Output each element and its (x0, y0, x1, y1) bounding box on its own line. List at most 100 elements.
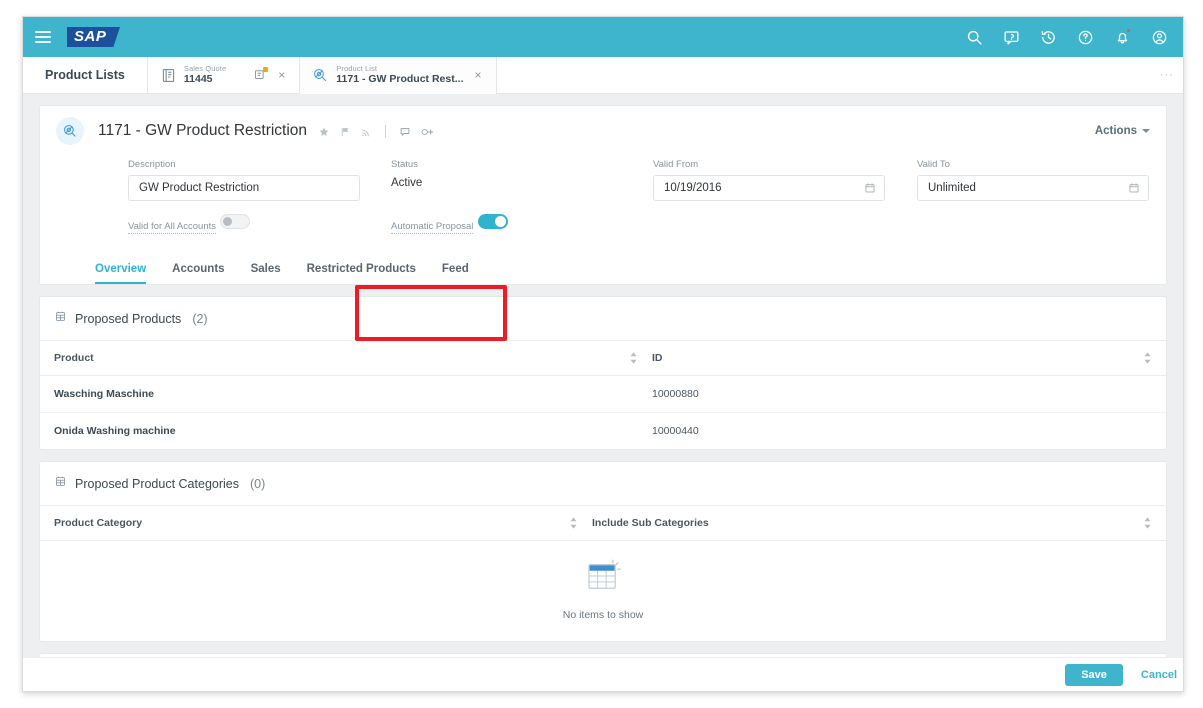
proposed-product-categories-table: Product Category Include Sub Categories (40, 506, 1166, 541)
valid-for-all-accounts-label[interactable]: Valid for All Accounts (128, 221, 217, 234)
valid-from-input[interactable]: 10/19/2016 (653, 175, 885, 201)
footer-action-bar: Save Cancel (23, 657, 1183, 691)
column-id-label: ID (652, 352, 663, 364)
calendar-icon[interactable] (864, 182, 876, 194)
column-id[interactable]: ID (652, 341, 1166, 376)
tab-sales-quote[interactable]: Sales Quote 11445 × (148, 57, 301, 93)
status-value: Active (391, 177, 423, 189)
form-spacer-b (917, 214, 1150, 239)
table-row[interactable]: Wasching Maschine 10000880 (40, 375, 1166, 413)
sales-quote-icon (160, 67, 177, 84)
toggle-knob (223, 217, 233, 226)
object-avatar-icon (56, 117, 84, 145)
valid-to-label: Valid To (917, 159, 950, 170)
column-product[interactable]: Product (40, 341, 652, 376)
table-row[interactable]: Onida Washing machine 10000440 (40, 413, 1166, 450)
chat-icon[interactable] (1001, 27, 1021, 47)
title-divider (385, 124, 387, 138)
tab-sales-quote-close-icon[interactable]: × (274, 69, 289, 81)
empty-state-text: No items to show (562, 609, 644, 621)
column-include-sub-categories[interactable]: Include Sub Categories (592, 506, 1166, 541)
actions-button[interactable]: Actions (1095, 125, 1150, 137)
proposed-product-categories-header: Proposed Product Categories (0) (40, 462, 1166, 506)
description-label: Description (128, 159, 176, 170)
help-icon[interactable] (1075, 27, 1095, 47)
page-body: 1171 - GW Product Restriction Actions De… (23, 94, 1183, 691)
object-title: 1171 - GW Product Restriction (98, 122, 308, 139)
hamburger-menu-icon[interactable] (35, 31, 51, 43)
proposed-products-card: Proposed Products (2) Product ID Waschin… (39, 296, 1167, 450)
cell-id: 10000880 (652, 375, 1166, 413)
tab-product-list-close-icon[interactable]: × (470, 69, 485, 81)
description-input[interactable]: GW Product Restriction (128, 175, 360, 201)
table-section-icon (54, 475, 67, 493)
column-product-category[interactable]: Product Category (40, 506, 592, 541)
table-header-row: Product ID (40, 341, 1166, 376)
proposed-products-table: Product ID Wasching Maschine 10000880 On… (40, 341, 1166, 449)
tab-feed[interactable]: Feed (442, 263, 469, 284)
field-valid-from: Valid From 10/19/2016 (653, 159, 917, 201)
cell-product: Wasching Maschine (40, 375, 652, 413)
tab-draft-badge (263, 67, 269, 72)
automatic-proposal-label[interactable]: Automatic Proposal (391, 221, 474, 234)
table-section-icon (54, 310, 67, 328)
object-header-card: 1171 - GW Product Restriction Actions De… (39, 105, 1167, 285)
form-spacer-a (653, 214, 917, 239)
sort-icon[interactable] (629, 352, 638, 364)
object-header: 1171 - GW Product Restriction Actions De… (40, 106, 1166, 249)
valid-to-value: Unlimited (928, 182, 976, 194)
valid-from-label: Valid From (653, 159, 699, 170)
tab-bar: Product Lists Sales Quote 11445 × Produc… (23, 57, 1183, 94)
cancel-button[interactable]: Cancel (1139, 664, 1179, 686)
screen-root: SAP Product Lists Sales Quote 11445 × Pr… (0, 0, 1203, 708)
sort-icon[interactable] (1143, 517, 1152, 529)
chevron-down-icon (1142, 129, 1150, 133)
shell-icon-group (964, 27, 1169, 47)
field-automatic-proposal: Automatic Proposal (391, 214, 653, 239)
notifications-icon[interactable] (1112, 27, 1132, 47)
user-profile-icon[interactable] (1149, 27, 1169, 47)
search-icon[interactable] (964, 27, 984, 47)
feed-icon[interactable] (360, 125, 372, 137)
note-icon[interactable] (399, 125, 411, 137)
tab-product-list-subtitle: Product List (336, 63, 378, 73)
tab-accounts[interactable]: Accounts (172, 263, 224, 284)
column-include-sub-categories-label: Include Sub Categories (592, 517, 709, 529)
table-header-row: Product Category Include Sub Categories (40, 506, 1166, 541)
tab-product-list-texts: Product List 1171 - GW Product Rest... (336, 63, 464, 86)
history-icon[interactable] (1038, 27, 1058, 47)
automatic-proposal-toggle[interactable] (477, 214, 508, 229)
product-list-icon (312, 67, 329, 84)
tab-restricted-products[interactable]: Restricted Products (307, 263, 416, 284)
cell-product: Onida Washing machine (54, 425, 176, 437)
flag-icon[interactable] (339, 125, 351, 137)
page-title: Product Lists (23, 57, 148, 93)
add-tag-icon[interactable] (420, 125, 434, 137)
sap-logo: SAP (67, 27, 121, 48)
tab-product-list[interactable]: Product List 1171 - GW Product Rest... × (300, 57, 497, 94)
tab-draft-indicator-icon[interactable] (253, 67, 269, 82)
sort-icon[interactable] (569, 517, 578, 529)
object-title-row: 1171 - GW Product Restriction Actions (56, 117, 1150, 145)
empty-state: No items to show (40, 541, 1166, 641)
notification-badge (1126, 28, 1131, 33)
valid-for-all-accounts-toggle[interactable] (220, 214, 251, 229)
tab-overflow-button[interactable]: ··· (1160, 57, 1183, 93)
tab-sales[interactable]: Sales (251, 263, 281, 284)
field-status: Status Active (391, 159, 653, 201)
calendar-icon[interactable] (1128, 182, 1140, 194)
save-button[interactable]: Save (1065, 663, 1123, 686)
application-window: SAP Product Lists Sales Quote 11445 × Pr… (22, 16, 1184, 692)
proposed-products-header: Proposed Products (2) (40, 297, 1166, 341)
tab-overview[interactable]: Overview (95, 263, 147, 284)
sort-icon[interactable] (1143, 352, 1152, 364)
proposed-product-categories-title: Proposed Product Categories (75, 477, 239, 491)
object-tabs: Overview Accounts Sales Restricted Produ… (40, 249, 1166, 284)
shell-bar: SAP (23, 17, 1183, 57)
proposed-product-categories-count: (0) (249, 477, 266, 491)
proposed-products-count: (2) (192, 312, 208, 326)
column-product-category-label: Product Category (54, 517, 143, 529)
favorite-star-icon[interactable] (318, 125, 330, 137)
valid-to-input[interactable]: Unlimited (917, 175, 1149, 201)
tab-product-list-title: 1171 - GW Product Rest... (336, 73, 464, 86)
